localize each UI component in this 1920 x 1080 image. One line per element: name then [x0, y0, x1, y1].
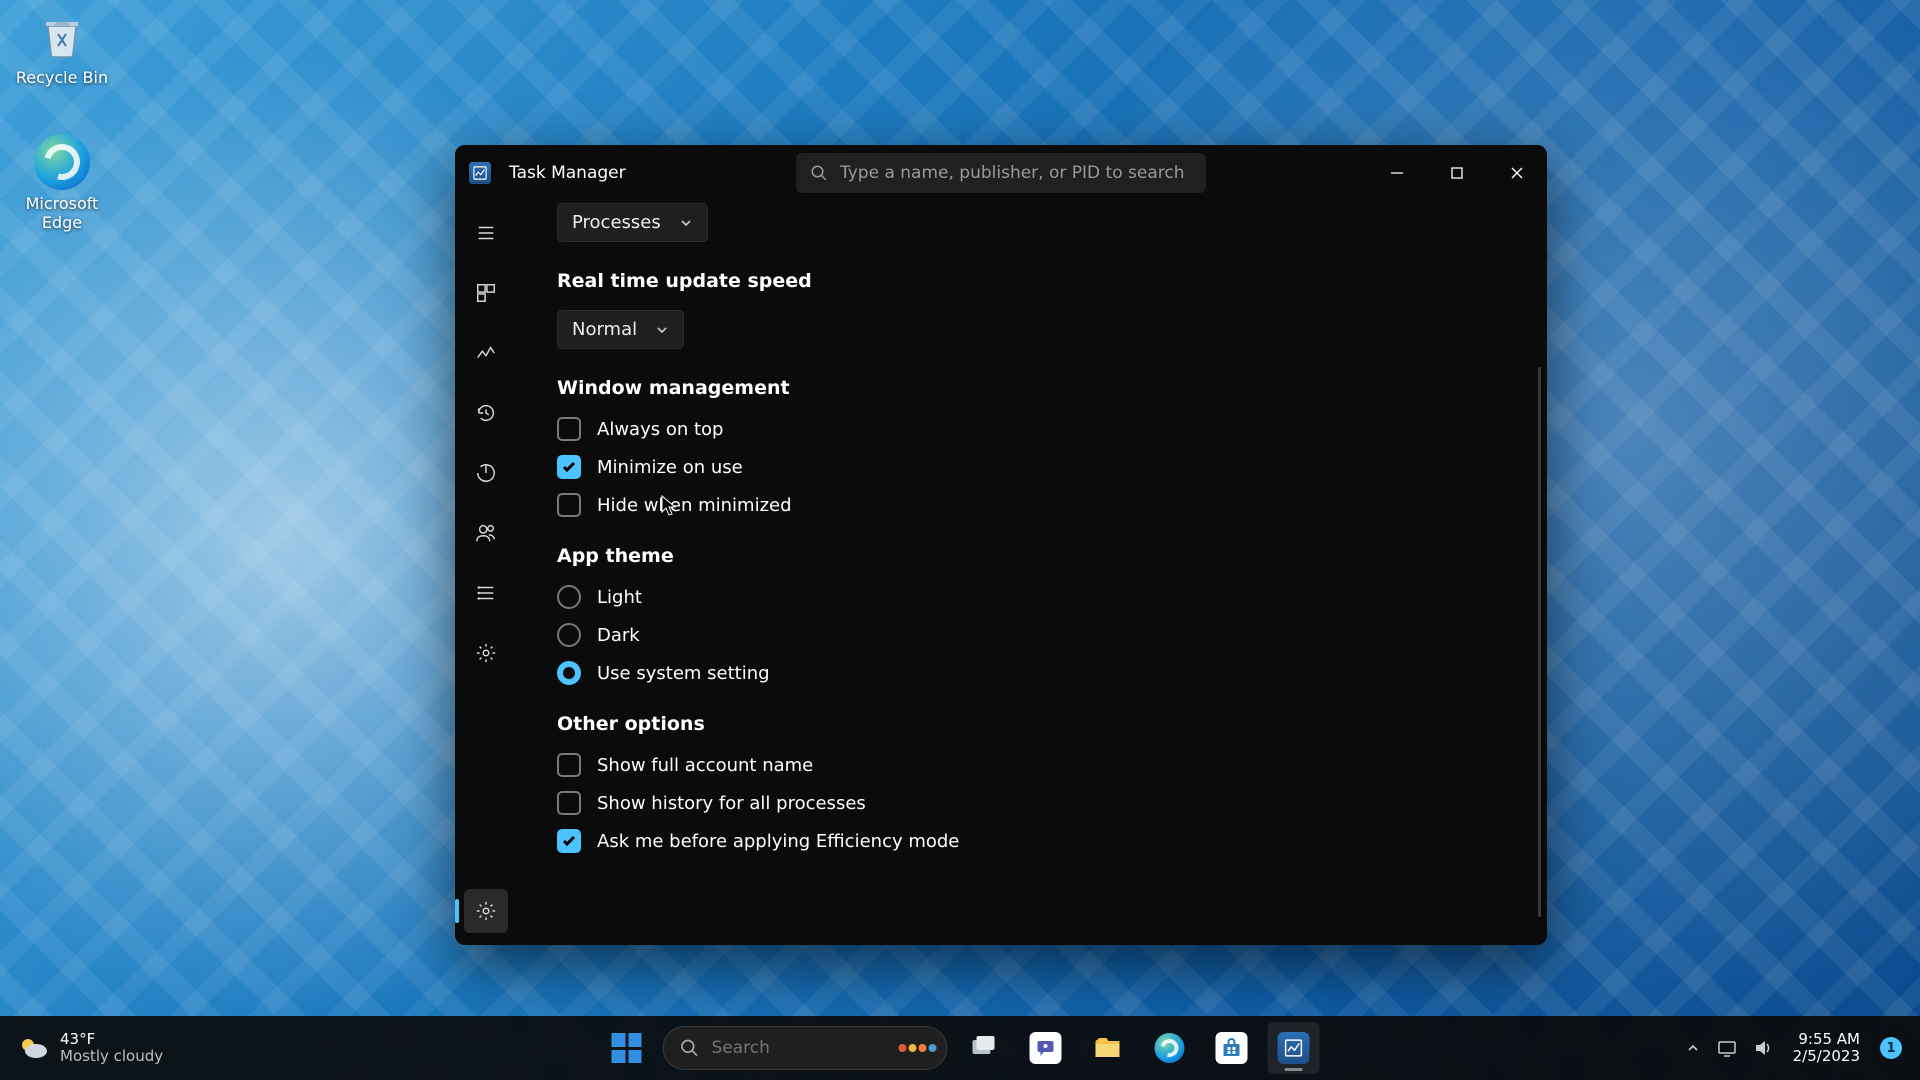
- clock-time: 9:55 AM: [1793, 1031, 1860, 1048]
- tray-overflow-icon[interactable]: [1685, 1040, 1701, 1056]
- radio-icon: [557, 585, 581, 609]
- settings-content: Processes Real time update speed Normal …: [517, 201, 1547, 945]
- checkbox-label: Minimize on use: [597, 457, 743, 478]
- task-manager-window: Task Manager Processes: [455, 145, 1547, 945]
- radio-dark[interactable]: Dark: [557, 623, 1507, 647]
- start-button[interactable]: [601, 1022, 653, 1074]
- sidebar-details[interactable]: [464, 571, 508, 615]
- checkbox-icon: [557, 791, 581, 815]
- desktop-icon-label: Microsoft Edge: [14, 194, 110, 232]
- taskbar: 43°F Mostly cloudy: [0, 1016, 1920, 1080]
- desktop-icon-label: Recycle Bin: [14, 68, 110, 87]
- checkbox-icon: [557, 753, 581, 777]
- radio-label: Use system setting: [597, 663, 770, 684]
- volume-icon[interactable]: [1753, 1038, 1773, 1058]
- checkbox-icon: [557, 829, 581, 853]
- sidebar-users[interactable]: [464, 511, 508, 555]
- checkbox-hide-when-minimized[interactable]: Hide when minimized: [557, 493, 1507, 517]
- section-title-update-speed: Real time update speed: [557, 270, 1507, 292]
- radio-icon: [557, 661, 581, 685]
- sidebar-settings[interactable]: [464, 889, 508, 933]
- checkbox-label: Ask me before applying Efficiency mode: [597, 831, 959, 852]
- sidebar-performance[interactable]: [464, 331, 508, 375]
- checkbox-icon: [557, 417, 581, 441]
- sidebar-hamburger[interactable]: [464, 211, 508, 255]
- radio-icon: [557, 623, 581, 647]
- dropdown-value: Processes: [572, 212, 661, 233]
- clock-date: 2/5/2023: [1793, 1048, 1860, 1065]
- section-title-other-options: Other options: [557, 713, 1507, 735]
- taskbar-search[interactable]: [663, 1026, 948, 1070]
- checkbox-minimize-on-use[interactable]: Minimize on use: [557, 455, 1507, 479]
- notification-badge[interactable]: 1: [1880, 1037, 1902, 1059]
- checkbox-label: Show full account name: [597, 755, 813, 776]
- checkbox-label: Always on top: [597, 419, 723, 440]
- chevron-down-icon: [679, 216, 693, 230]
- maximize-button[interactable]: [1427, 145, 1487, 201]
- search-icon: [810, 164, 828, 182]
- chevron-down-icon: [655, 323, 669, 337]
- sidebar-processes[interactable]: [464, 271, 508, 315]
- windows-logo-icon: [612, 1033, 642, 1063]
- recycle-bin-icon: [34, 8, 90, 64]
- minimize-button[interactable]: [1367, 145, 1427, 201]
- scrollbar[interactable]: [1538, 367, 1541, 917]
- taskbar-file-explorer[interactable]: [1082, 1022, 1134, 1074]
- weather-temp: 43°F: [60, 1031, 163, 1048]
- radio-label: Light: [597, 587, 642, 608]
- radio-use-system-setting[interactable]: Use system setting: [557, 661, 1507, 685]
- task-manager-icon: [1278, 1032, 1310, 1064]
- section-title-window-management: Window management: [557, 377, 1507, 399]
- checkbox-label: Show history for all processes: [597, 793, 866, 814]
- section-title-app-theme: App theme: [557, 545, 1507, 567]
- update-speed-dropdown[interactable]: Normal: [557, 310, 684, 349]
- taskbar-chat[interactable]: [1020, 1022, 1072, 1074]
- desktop-icon-microsoft-edge[interactable]: Microsoft Edge: [14, 134, 110, 232]
- search-icon: [680, 1038, 700, 1058]
- checkbox-icon: [557, 493, 581, 517]
- chat-icon: [1030, 1032, 1062, 1064]
- search-box[interactable]: [796, 153, 1206, 193]
- window-controls: [1367, 145, 1547, 201]
- task-view-icon: [968, 1032, 1000, 1064]
- checkbox-icon: [557, 455, 581, 479]
- sidebar-services[interactable]: [464, 631, 508, 675]
- search-highlight-icon: [899, 1044, 937, 1052]
- checkbox-label: Hide when minimized: [597, 495, 792, 516]
- file-explorer-icon: [1092, 1032, 1124, 1064]
- titlebar[interactable]: Task Manager: [455, 145, 1547, 201]
- sidebar-startup-apps[interactable]: [464, 451, 508, 495]
- edge-icon: [34, 134, 90, 190]
- edge-icon: [1155, 1033, 1185, 1063]
- taskbar-microsoft-store[interactable]: [1206, 1022, 1258, 1074]
- close-button[interactable]: [1487, 145, 1547, 201]
- taskbar-edge[interactable]: [1144, 1022, 1196, 1074]
- sidebar: [455, 201, 517, 945]
- network-icon[interactable]: [1717, 1038, 1737, 1058]
- taskbar-widgets[interactable]: 43°F Mostly cloudy: [0, 1031, 163, 1066]
- weather-icon: [16, 1031, 50, 1065]
- checkbox-ask-efficiency-mode[interactable]: Ask me before applying Efficiency mode: [557, 829, 1507, 853]
- task-manager-icon: [469, 162, 491, 184]
- taskbar-task-view[interactable]: [958, 1022, 1010, 1074]
- checkbox-show-history-all-processes[interactable]: Show history for all processes: [557, 791, 1507, 815]
- taskbar-clock[interactable]: 9:55 AM 2/5/2023: [1793, 1031, 1860, 1066]
- radio-light[interactable]: Light: [557, 585, 1507, 609]
- default-start-page-dropdown[interactable]: Processes: [557, 203, 708, 242]
- store-icon: [1216, 1032, 1248, 1064]
- checkbox-always-on-top[interactable]: Always on top: [557, 417, 1507, 441]
- sidebar-app-history[interactable]: [464, 391, 508, 435]
- desktop-icon-recycle-bin[interactable]: Recycle Bin: [14, 8, 110, 87]
- taskbar-task-manager[interactable]: [1268, 1022, 1320, 1074]
- system-tray[interactable]: [1685, 1038, 1773, 1058]
- weather-desc: Mostly cloudy: [60, 1048, 163, 1065]
- radio-label: Dark: [597, 625, 640, 646]
- dropdown-value: Normal: [572, 319, 637, 340]
- window-title: Task Manager: [509, 163, 626, 183]
- checkbox-show-full-account-name[interactable]: Show full account name: [557, 753, 1507, 777]
- search-input[interactable]: [840, 163, 1192, 183]
